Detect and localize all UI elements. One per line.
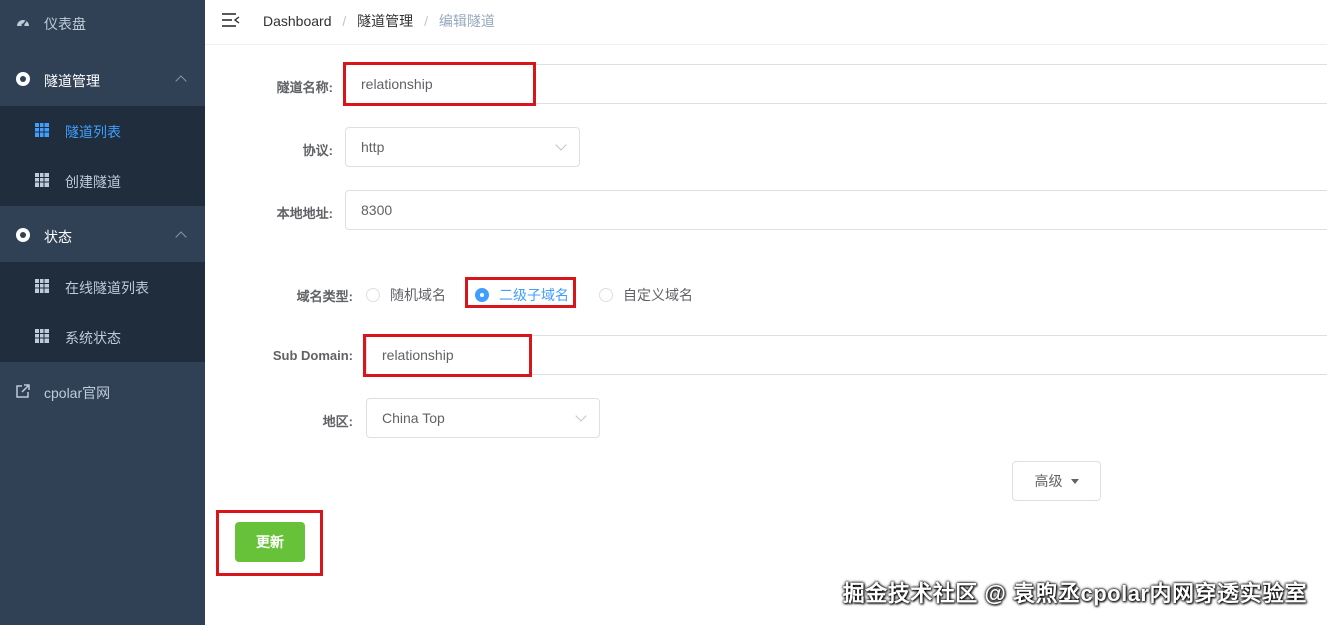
highlight-box: [216, 510, 323, 576]
sidebar-item-tunnel-management[interactable]: 隧道管理: [0, 54, 205, 104]
sidebar-item-create-tunnel[interactable]: 创建隧道: [0, 156, 205, 206]
subdomain-label: Sub Domain:: [272, 348, 353, 363]
breadcrumb: Dashboard / 隧道管理 / 编辑隧道: [263, 11, 495, 31]
protocol-label: 协议:: [302, 143, 333, 158]
sidebar-item-label: 系统状态: [65, 330, 121, 346]
dashboard-icon: [17, 20, 29, 27]
radio-circle: [599, 288, 613, 302]
sidebar-item-label: 创建隧道: [65, 174, 121, 190]
sidebar: 仪表盘 隧道管理 隧道列表 创建隧道 状态 在线隧道列表 系统状态 cpolar…: [0, 0, 205, 625]
sidebar-item-cpolar-site[interactable]: cpolar官网: [0, 366, 205, 416]
table-icon: [35, 279, 49, 293]
chevron-down-icon: [575, 410, 587, 422]
sidebar-item-system-status[interactable]: 系统状态: [0, 312, 205, 362]
breadcrumb-current: 编辑隧道: [438, 13, 495, 29]
status-icon: [16, 228, 30, 242]
local-address-input[interactable]: 8300: [345, 190, 1327, 230]
highlight-box: [363, 334, 532, 377]
breadcrumb-home[interactable]: Dashboard: [263, 13, 332, 29]
region-label: 地区:: [322, 414, 353, 429]
sidebar-item-tunnel-list[interactable]: 隧道列表: [0, 106, 205, 156]
chevron-down-icon: [555, 139, 567, 151]
region-select[interactable]: China Top: [366, 398, 600, 438]
top-bar: Dashboard / 隧道管理 / 编辑隧道: [205, 0, 1327, 45]
sidebar-item-label: 隧道管理: [44, 73, 100, 89]
table-icon: [35, 123, 49, 137]
local-address-label: 本地地址:: [276, 206, 333, 221]
radio-circle: [366, 288, 380, 302]
breadcrumb-separator: /: [342, 13, 347, 29]
sidebar-item-label: 隧道列表: [65, 124, 121, 140]
external-link-icon: [16, 384, 30, 398]
sidebar-item-dashboard[interactable]: 仪表盘: [0, 0, 205, 45]
watermark: 掘金技术社区 @ 袁煦丞cpolar内网穿透实验室: [842, 581, 1307, 606]
chevron-up-icon: [175, 75, 187, 87]
protocol-select[interactable]: http: [345, 127, 580, 167]
menu-fold-icon[interactable]: [222, 12, 240, 28]
breadcrumb-separator: /: [424, 13, 428, 29]
highlight-box: [465, 277, 576, 308]
radio-custom-domain[interactable]: 自定义域名: [599, 285, 693, 305]
sidebar-item-label: 状态: [44, 229, 72, 245]
radio-label: 随机域名: [390, 287, 446, 303]
table-icon: [35, 173, 49, 187]
advanced-label: 高级: [1034, 473, 1063, 489]
sidebar-item-label: 仪表盘: [44, 16, 86, 32]
sidebar-item-online-tunnels[interactable]: 在线隧道列表: [0, 262, 205, 312]
sidebar-item-label: 在线隧道列表: [65, 280, 149, 296]
caret-down-icon: [1070, 478, 1079, 484]
protocol-value: http: [361, 139, 385, 155]
highlight-box: [343, 62, 536, 106]
radio-label: 自定义域名: [623, 287, 693, 303]
sidebar-item-label: cpolar官网: [44, 385, 111, 401]
radio-random-domain[interactable]: 随机域名: [366, 285, 446, 305]
tunnel-name-label: 隧道名称:: [276, 80, 333, 95]
domain-type-label: 域名类型:: [296, 289, 353, 304]
table-icon: [35, 329, 49, 343]
region-value: China Top: [382, 410, 445, 426]
breadcrumb-section[interactable]: 隧道管理: [357, 13, 413, 29]
tunnel-icon: [16, 72, 30, 86]
advanced-button[interactable]: 高级: [1012, 461, 1101, 501]
chevron-up-icon: [175, 231, 187, 243]
sidebar-item-status[interactable]: 状态: [0, 210, 205, 260]
